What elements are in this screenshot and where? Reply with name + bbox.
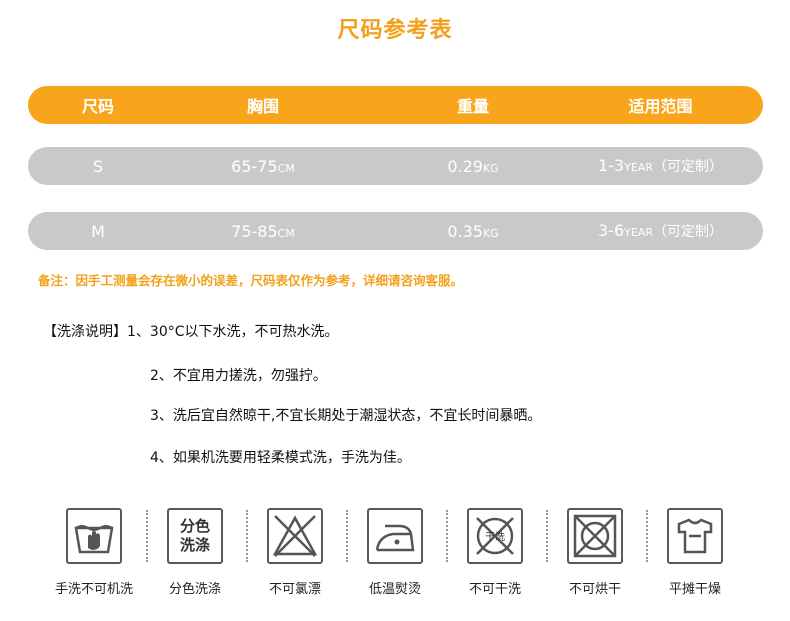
remark-note: 备注：因手工测量会存在微小的误差，尺码表仅作为参考，详细请咨询客服。 <box>38 273 464 288</box>
separator <box>246 510 248 562</box>
no-tumble-dry-icon <box>567 508 623 564</box>
separator <box>446 510 448 562</box>
low-iron-icon <box>367 508 423 564</box>
wash-instruction-4: 4、如果机洗要用轻柔模式洗，手洗为佳。 <box>150 450 411 466</box>
range-cell: 3-6YEAR（可定制） <box>598 221 723 240</box>
care-label: 不可干洗 <box>468 582 521 597</box>
no-dry-clean-icon: 干洗 <box>467 508 523 564</box>
separator <box>546 510 548 562</box>
table-row: M 75-85CM 0.35KG 3-6YEAR（可定制） <box>28 212 763 250</box>
care-label: 分色洗涤 <box>168 582 221 597</box>
header-size: 尺码 <box>81 97 114 116</box>
page-title: 尺码参考表 <box>337 18 453 43</box>
care-label: 手洗不可机洗 <box>54 582 133 597</box>
separator <box>646 510 648 562</box>
size-cell: S <box>92 156 104 176</box>
header-weight: 重量 <box>456 97 489 116</box>
care-label: 不可烘干 <box>568 582 621 597</box>
care-label: 平摊干燥 <box>668 582 721 597</box>
wash-instruction-1: 【洗涤说明】1、30°C以下水洗，不可热水洗。 <box>43 324 339 340</box>
weight-cell: 0.35KG <box>447 221 499 241</box>
table-row: S 65-75CM 0.29KG 1-3YEAR（可定制） <box>28 147 763 185</box>
flat-dry-icon <box>667 508 723 564</box>
header-chest: 胸围 <box>246 97 279 116</box>
wash-instruction-2: 2、不宜用力搓洗，勿强拧。 <box>150 368 327 384</box>
hand-wash-icon <box>66 508 122 564</box>
care-label: 不可氯漂 <box>268 582 321 597</box>
chest-cell: 65-75CM <box>231 156 295 176</box>
header-range: 适用范围 <box>628 97 693 116</box>
care-label: 低温熨烫 <box>368 582 421 597</box>
table-header: 尺码 胸围 重量 适用范围 <box>28 86 763 124</box>
wash-instruction-3: 3、洗后宜自然晾干,不宜长期处于潮湿状态，不宜长时间暴晒。 <box>150 408 542 424</box>
weight-cell: 0.29KG <box>447 156 499 176</box>
separator <box>346 510 348 562</box>
separator <box>146 510 148 562</box>
separate-wash-icon: 分色 洗涤 <box>167 508 223 564</box>
range-cell: 1-3YEAR（可定制） <box>598 156 723 175</box>
size-cell: M <box>91 221 105 241</box>
chest-cell: 75-85CM <box>231 221 295 241</box>
no-bleach-icon <box>267 508 323 564</box>
svg-text:干洗: 干洗 <box>485 531 505 543</box>
